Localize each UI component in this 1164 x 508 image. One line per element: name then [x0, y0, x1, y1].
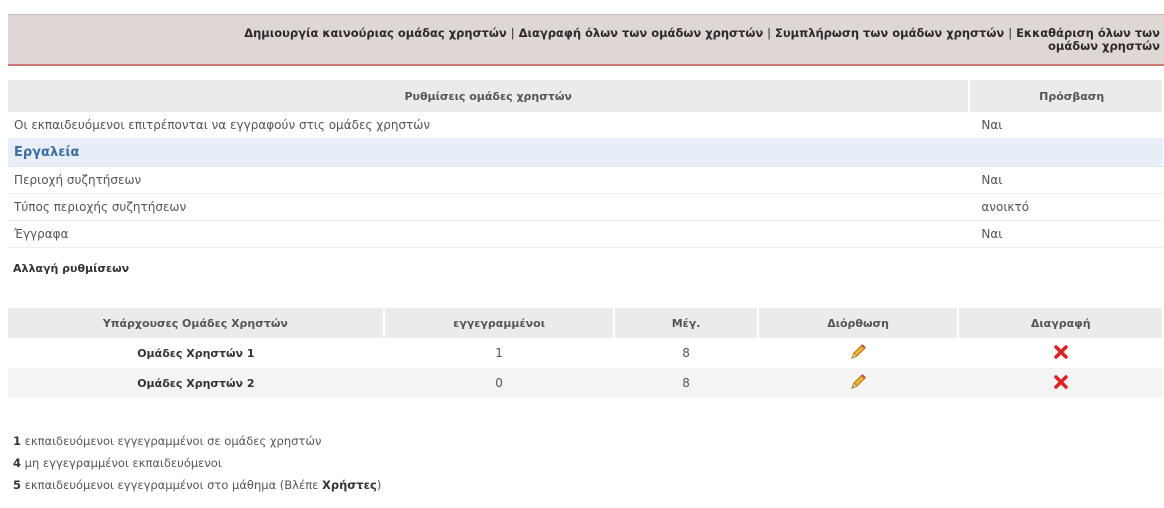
tool-row-value: Ναι [969, 166, 1163, 194]
change-settings-link[interactable]: Αλλαγή ρυθμίσεων [13, 262, 129, 275]
group-name-column-header: Υπάρχουσες Ομάδες Χρηστών [8, 308, 385, 338]
summary-block: 1 εκπαιδευόμενοι εγγεγραμμένοι σε ομάδες… [13, 430, 381, 496]
groups-toolbar: Δημιουργία καινούριας ομάδας χρηστών | Δια… [8, 14, 1164, 66]
edit-cell [757, 338, 959, 368]
settings-row: Οι εκπαιδευόμενοι επιτρέπονται να εγγραφ… [8, 112, 1163, 139]
summary-close-paren: ) [376, 478, 382, 492]
delete-x-icon[interactable] [1053, 374, 1069, 393]
pencil-icon[interactable] [848, 372, 868, 395]
tool-row: Τύπος περιοχής συζητήσεων ανοικτό [8, 193, 1163, 221]
tool-row-label: Έγγραφα [8, 220, 970, 248]
tool-row-value: ανοικτό [969, 193, 1163, 221]
group-registered-count: 1 [383, 338, 615, 368]
summary-text: εκπαιδευόμενοι εγγεγραμμένοι στο μάθημα … [24, 478, 319, 492]
delete-all-groups-link[interactable]: Διαγραφή όλων των ομάδων χρηστών [519, 26, 764, 40]
summary-count: 4 [13, 456, 22, 470]
create-group-link[interactable]: Δημιουργία καινούριας ομάδας χρηστών [244, 26, 506, 40]
tool-row: Έγγραφα Ναι [8, 220, 1163, 248]
summary-line: 4 μη εγγεγραμμένοι εκπαιδευόμενοι [13, 452, 381, 474]
group-registered-count: 0 [383, 368, 615, 398]
summary-count: 5 [13, 478, 22, 492]
max-column-header: Μέγ. [614, 308, 759, 338]
clear-groups-link[interactable]: Εκκαθάριση όλων των ομάδων χρηστών [1016, 26, 1160, 53]
delete-column-header: Διαγραφή [958, 308, 1164, 338]
group-row: Ομάδες Χρηστών 2 0 8 [8, 368, 1163, 398]
group-row: Ομάδες Χρηστών 1 1 8 [8, 338, 1163, 368]
tools-section-header: Εργαλεία [8, 138, 1163, 167]
summary-text: εκπαιδευόμενοι εγγεγραμμένοι σε ομάδες χ… [24, 434, 322, 448]
separator: | [1008, 26, 1013, 40]
settings-table: Ρυθμίσεις ομάδες χρηστών Πρόσβαση Οι εκπ… [8, 80, 1164, 248]
separator: | [510, 26, 515, 40]
edit-column-header: Διόρθωση [757, 308, 960, 338]
settings-row-label: Οι εκπαιδευόμενοι επιτρέπονται να εγγραφ… [8, 112, 970, 139]
pencil-icon[interactable] [848, 342, 868, 365]
delete-x-icon[interactable] [1053, 344, 1069, 363]
summary-line: 1 εκπαιδευόμενοι εγγεγραμμένοι σε ομάδες… [13, 430, 381, 452]
tool-row-label: Περιοχή συζητήσεων [8, 166, 970, 194]
delete-cell [958, 368, 1163, 398]
settings-column-header: Ρυθμίσεις ομάδες χρηστών [8, 80, 971, 112]
summary-line: 5 εκπαιδευόμενοι εγγεγραμμένοι στο μάθημ… [13, 474, 381, 496]
group-max-count: 8 [614, 368, 758, 398]
summary-count: 1 [13, 434, 22, 448]
tool-row: Περιοχή συζητήσεων Ναι [8, 166, 1163, 194]
settings-row-value: Ναι [969, 112, 1163, 139]
toolbar-links: Δημιουργία καινούριας ομάδας χρηστών | Δια… [240, 27, 1160, 53]
access-column-header: Πρόσβαση [969, 80, 1164, 112]
delete-cell [958, 338, 1163, 368]
groups-header-row: Υπάρχουσες Ομάδες Χρηστών εγγεγραμμένοι … [8, 308, 1164, 338]
tools-title: Εργαλεία [8, 138, 1163, 167]
group-name-link[interactable]: Ομάδες Χρηστών 1 [8, 338, 384, 368]
edit-cell [757, 368, 959, 398]
tool-row-value: Ναι [969, 220, 1163, 248]
registered-column-header: εγγεγραμμένοι [383, 308, 616, 338]
group-max-count: 8 [614, 338, 758, 368]
groups-table: Υπάρχουσες Ομάδες Χρηστών εγγεγραμμένοι … [8, 308, 1164, 398]
settings-header-row: Ρυθμίσεις ομάδες χρηστών Πρόσβαση [8, 80, 1164, 112]
summary-text: μη εγγεγραμμένοι εκπαιδευόμενοι [24, 456, 222, 470]
users-link[interactable]: Χρήστες [322, 478, 377, 492]
tool-row-label: Τύπος περιοχής συζητήσεων [8, 193, 970, 221]
group-name-link[interactable]: Ομάδες Χρηστών 2 [8, 368, 384, 398]
separator: | [767, 26, 772, 40]
fill-groups-link[interactable]: Συμπλήρωση των ομάδων χρηστών [775, 26, 1004, 40]
